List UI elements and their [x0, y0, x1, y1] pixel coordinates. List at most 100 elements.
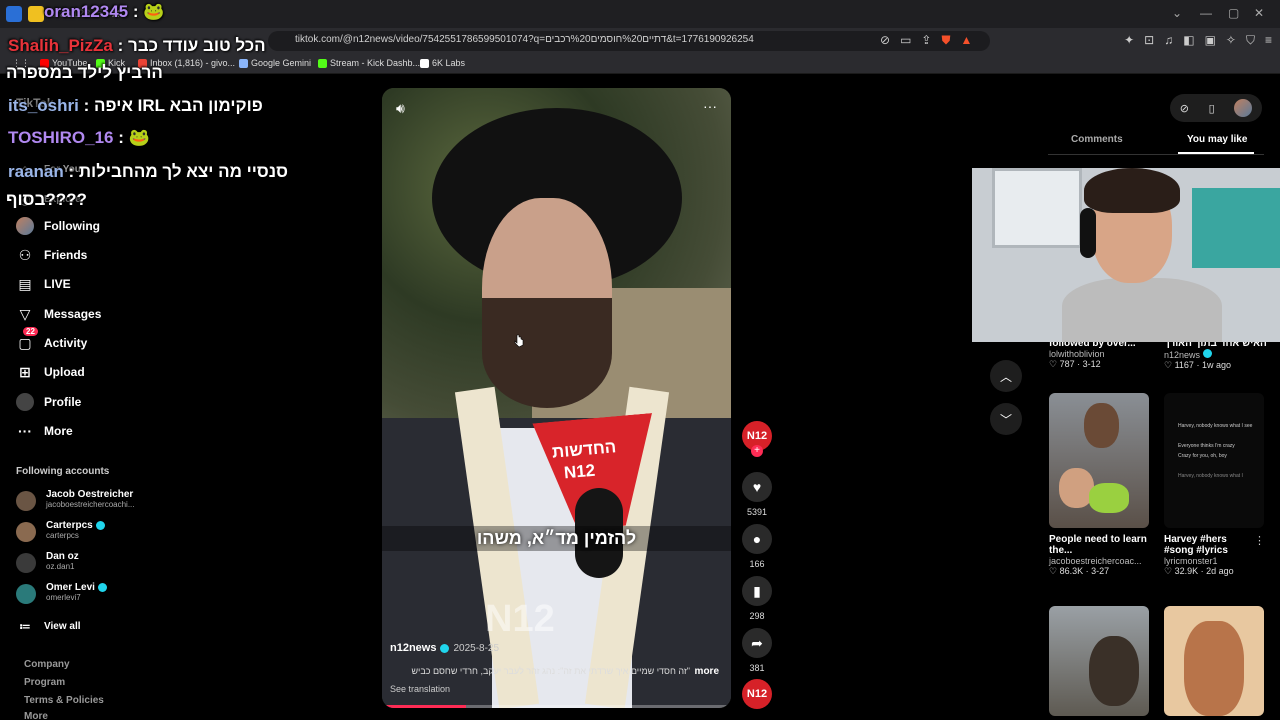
more-options-icon[interactable]: ···	[703, 98, 717, 114]
sidebar-item-more[interactable]: ··· More	[16, 422, 73, 440]
url-actions: ⊘ ▭ ⇪ ⛊ ▲	[880, 33, 972, 48]
window-close-icon[interactable]: ✕	[1254, 6, 1264, 20]
brave-rewards-icon[interactable]: ▲	[960, 33, 972, 48]
video-player[interactable]: החדשות N12 N12 להזמין מד״א, משהו 🔊︎ ··· …	[382, 88, 731, 708]
recommended-card[interactable]: האיש אחד בתוך האורך n12news ♡ 1167 · 1w …	[1164, 338, 1267, 371]
card-more-icon[interactable]: ⋮	[1254, 534, 1265, 547]
description-more-link[interactable]: more	[695, 666, 719, 677]
app-icon	[6, 6, 22, 22]
sidebar-item-upload[interactable]: ⊞ Upload	[16, 363, 85, 381]
heart-icon: ♡	[1049, 566, 1060, 576]
account-item[interactable]: Carterpcs carterpcs	[16, 520, 105, 542]
share-icon[interactable]: ⇪	[921, 33, 931, 48]
bookmark-gemini[interactable]: Google Gemini	[239, 58, 311, 68]
url-text[interactable]: tiktok.com/@n12news/video/75425517865995…	[295, 34, 754, 45]
menu-icon[interactable]: ≡	[1265, 33, 1272, 48]
avatar	[16, 584, 36, 604]
sidebar-item-activity[interactable]: ▢ 22 Activity	[16, 327, 87, 352]
like-button[interactable]: ♥ 5391	[742, 472, 772, 517]
video-thumbnail[interactable]: Harvey, nobody knows what I see Everyone…	[1164, 393, 1264, 528]
video-progress-bar[interactable]	[382, 705, 731, 708]
chat-message: raanan : סנסיי מה יצא לך מהחבילות	[8, 162, 288, 181]
messages-icon: ▽	[19, 305, 31, 322]
webcam-window	[992, 168, 1082, 248]
user-avatar[interactable]	[1234, 99, 1253, 117]
volume-icon[interactable]: 🔊︎	[396, 100, 405, 117]
creator-avatar-button[interactable]: N12 +	[742, 421, 772, 457]
brave-shields-icon[interactable]: ⛊	[941, 33, 950, 48]
thumbnail-figure	[1184, 621, 1244, 716]
list-icon: ≔	[19, 620, 31, 633]
comment-count: 166	[749, 559, 765, 569]
minimize-icon[interactable]: —	[1200, 6, 1212, 20]
footer-more[interactable]: More	[24, 711, 48, 720]
active-tab-indicator	[1178, 152, 1254, 154]
upload-icon: ⊞	[19, 363, 31, 380]
see-translation-link[interactable]: See translation	[390, 684, 450, 694]
avatar	[16, 553, 36, 573]
sidebar-icon[interactable]: ◧	[1183, 33, 1194, 48]
thumbnail-text: Harvey, nobody knows what I	[1178, 473, 1243, 479]
browser-tabbar: oran12345 ✕	[0, 0, 1280, 28]
share-arrow-icon: ➦	[742, 628, 772, 658]
notification-badge: 22	[23, 327, 38, 336]
previous-video-button[interactable]: ︿	[990, 360, 1022, 392]
next-video-button[interactable]: ﹀	[990, 403, 1022, 435]
cast-icon[interactable]: ▭	[900, 33, 911, 48]
recommended-card[interactable]: followed by over... lolwithoblivion ♡ 78…	[1049, 338, 1136, 370]
sidebar-item-profile[interactable]: Profile	[16, 393, 81, 411]
view-all-link[interactable]: ≔ View all	[16, 617, 80, 635]
account-item[interactable]: Dan oz oz.dan1	[16, 551, 79, 573]
save-button[interactable]: ▮ 298	[742, 576, 772, 621]
video-author[interactable]: n12news 2025-8-25	[390, 642, 499, 654]
video-beard	[482, 298, 612, 408]
follow-plus-icon[interactable]: +	[751, 445, 763, 457]
vpn-icon[interactable]: ⛉	[1246, 33, 1255, 48]
share-button[interactable]: ➦ 381	[742, 628, 772, 673]
screenshot-icon[interactable]: ⊡	[1144, 33, 1154, 48]
tab-comments[interactable]: Comments	[1071, 134, 1123, 145]
video-thumbnail[interactable]	[1164, 606, 1264, 716]
chat-message: הרביץ לילד במספרה	[6, 63, 163, 82]
extensions-icon[interactable]: ✦	[1124, 33, 1134, 48]
heart-icon: ♡	[1164, 566, 1175, 576]
sidebar-item-following[interactable]: Following	[16, 217, 100, 235]
account-item[interactable]: Omer Levi omerlevi7	[16, 582, 107, 604]
sound-avatar-button[interactable]: N12	[742, 679, 772, 709]
footer-program[interactable]: Program	[24, 677, 65, 688]
tab-you-may-like[interactable]: You may like	[1187, 134, 1247, 145]
leo-icon[interactable]: ✧	[1226, 33, 1236, 48]
device-icon[interactable]: ▯	[1209, 102, 1215, 115]
bookmark-kick-dashboard[interactable]: Stream - Kick Dashb...	[318, 58, 420, 68]
comment-button[interactable]: ● 166	[742, 524, 772, 569]
sidebar-item-friends[interactable]: ⚇ Friends	[16, 246, 88, 264]
share-count: 381	[749, 663, 765, 673]
video-thumbnail[interactable]	[1049, 606, 1149, 716]
footer-company[interactable]: Company	[24, 659, 70, 670]
account-item[interactable]: Jacob Oestreicher jacoboestreichercoachi.…	[16, 489, 135, 511]
webcam-shirt	[1062, 278, 1222, 342]
footer-terms[interactable]: Terms & Policies	[24, 695, 104, 706]
thumbnail-person	[1089, 636, 1139, 706]
mic-brand: N12	[563, 460, 596, 483]
sidebar-item-messages[interactable]: ▽ Messages	[16, 305, 102, 323]
bookmark-icon: ▮	[742, 576, 772, 606]
chevron-up-icon: ︿	[999, 369, 1012, 384]
bookmark-6k-labs[interactable]: 6K Labs	[420, 58, 465, 68]
following-accounts-title: Following accounts	[16, 466, 110, 477]
heart-icon: ♡	[1164, 360, 1175, 370]
recommended-card[interactable]: Harvey #hers #song #lyrics lyricmonster1…	[1164, 534, 1244, 577]
music-icon[interactable]: ♫	[1164, 33, 1173, 48]
maximize-icon[interactable]: ▢	[1228, 6, 1239, 20]
verified-icon	[440, 643, 450, 653]
video-date: 2025-8-25	[453, 642, 500, 654]
no-video-icon[interactable]: ⊘	[880, 33, 890, 48]
video-thumbnail[interactable]	[1049, 393, 1149, 528]
coins-icon[interactable]: ⊘	[1180, 102, 1189, 115]
avatar	[16, 217, 34, 235]
tab-list-icon[interactable]: ⌄	[1172, 6, 1182, 20]
recommended-card[interactable]: People need to learn the... jacoboestrei…	[1049, 534, 1161, 577]
friends-icon: ⚇	[18, 246, 32, 263]
sidebar-item-live[interactable]: ▤ LIVE	[16, 275, 70, 293]
wallet-icon[interactable]: ▣	[1205, 33, 1216, 48]
